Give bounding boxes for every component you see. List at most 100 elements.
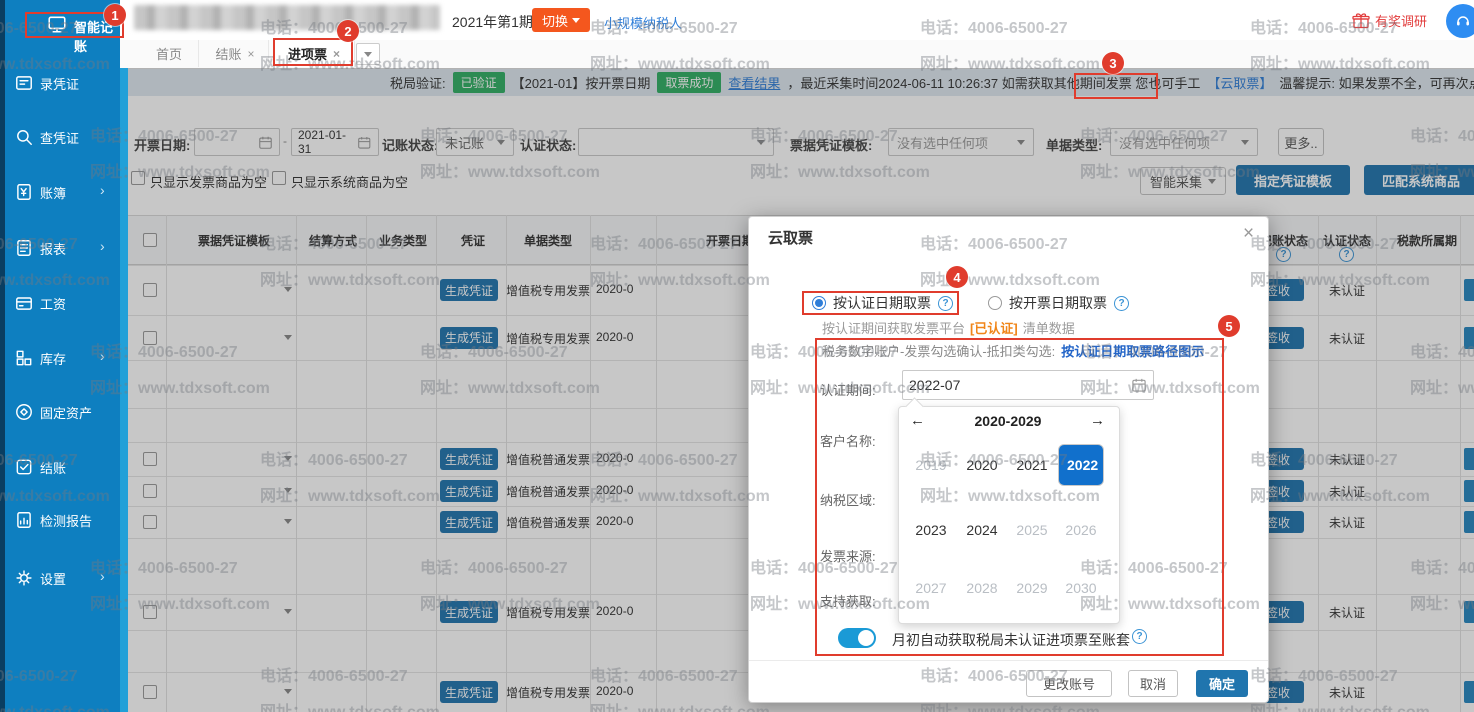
sidebar-item-label: 报表	[40, 239, 66, 258]
sidebar-item-inventory[interactable]: 库存 ›	[0, 346, 120, 370]
change-account-button[interactable]: 更改账号	[1026, 670, 1112, 697]
sidebar-accent-strip	[120, 68, 128, 712]
confirm-button[interactable]: 确定	[1196, 670, 1248, 697]
fixed-assets-icon	[14, 402, 34, 422]
hint-suffix: 清单数据	[1023, 318, 1075, 337]
tax-region-label: 纳税区域:	[820, 490, 876, 509]
year-cell-2028[interactable]: 2028	[959, 578, 1005, 598]
sidebar: 智能记账 录凭证查凭证账簿›报表›工资库存›固定资产结账检测报告设置›	[0, 0, 120, 712]
auto-fetch-toggle[interactable]	[838, 628, 876, 648]
year-cell-2021[interactable]: 2021	[1009, 455, 1055, 475]
certified-badge-text: [已认证]	[970, 318, 1018, 337]
decade-range-label: 2020-2029	[958, 413, 1058, 429]
radio-by-auth-date[interactable]: 按认证日期取票 ?	[812, 293, 953, 313]
tab-closing[interactable]: 结账 ×	[202, 40, 269, 67]
sidebar-item-ledger[interactable]: 账簿›	[0, 180, 120, 204]
switch-period-button[interactable]: 切换	[532, 8, 590, 32]
redacted-company-name	[134, 5, 440, 30]
help-icon[interactable]: ?	[1132, 629, 1147, 644]
next-decade-arrow[interactable]: →	[1090, 412, 1105, 429]
topbar: 2021年第1期 切换 小规模纳税人 有奖调研	[120, 0, 1474, 40]
tab-label: 结账	[215, 44, 241, 63]
inventory-icon	[14, 348, 34, 368]
auth-period-label: 认证期间:	[820, 380, 876, 399]
invoice-source-label: 发票来源:	[820, 546, 876, 565]
radio-by-invoice-date[interactable]: 按开票日期取票 ?	[988, 293, 1129, 313]
year-cell-2020[interactable]: 2020	[959, 455, 1005, 475]
sidebar-item-inspection-report[interactable]: 检测报告	[0, 508, 120, 532]
sidebar-item-closing[interactable]: 结账	[0, 455, 120, 479]
sidebar-item-label: 账簿	[40, 183, 66, 202]
chevron-down-icon	[364, 52, 372, 57]
period-label: 2021年第1期	[452, 12, 533, 32]
tab-bar: 首页结账×进项票×	[120, 40, 1474, 69]
path-text: 税务数字账户-发票勾选确认-抵扣类勾选:	[822, 341, 1055, 360]
tab-label: 首页	[156, 44, 182, 63]
sidebar-item-label: 录凭证	[40, 74, 79, 93]
year-cell-2019[interactable]: 2019	[908, 455, 954, 475]
auth-hint-line: 按认证期间获取发票平台 [已认证] 清单数据	[822, 318, 1075, 337]
radio-unselected-icon	[988, 296, 1002, 310]
auth-period-value: 2022-07	[909, 377, 960, 393]
chevron-right-icon: ›	[100, 348, 105, 364]
path-hint-line: 税务数字账户-发票勾选确认-抵扣类勾选: 按认证日期取票路径图示	[822, 341, 1204, 360]
sidebar-item-label: 库存	[40, 349, 66, 368]
close-icon[interactable]: ×	[1243, 223, 1254, 245]
sidebar-item-report[interactable]: 报表 ›	[0, 236, 120, 260]
calendar-icon[interactable]	[1131, 377, 1147, 393]
sidebar-item-label: 查凭证	[40, 128, 79, 147]
year-cell-2023[interactable]: 2023	[908, 520, 954, 540]
sidebar-item-settings[interactable]: 设置›	[0, 566, 120, 590]
path-diagram-link[interactable]: 按认证日期取票路径图示	[1061, 341, 1204, 360]
close-icon[interactable]: ×	[333, 47, 340, 61]
survey-link[interactable]: 有奖调研	[1352, 11, 1427, 30]
smart-bookkeeping-icon	[46, 14, 68, 39]
tab-home[interactable]: 首页	[140, 40, 199, 67]
service-icon[interactable]	[1446, 4, 1474, 38]
sidebar-item-label: 检测报告	[40, 511, 92, 530]
taxpayer-type-link[interactable]: 小规模纳税人	[604, 13, 682, 32]
auth-period-input[interactable]: 2022-07	[902, 370, 1154, 400]
year-cell-2026[interactable]: 2026	[1058, 520, 1104, 540]
sidebar-item-search[interactable]: 查凭证	[0, 125, 120, 149]
prev-decade-arrow[interactable]: ←	[910, 412, 925, 429]
app-window: 智能记账 录凭证查凭证账簿›报表›工资库存›固定资产结账检测报告设置› 2021…	[0, 0, 1474, 712]
radio-by-auth-date-label: 按认证日期取票	[833, 293, 931, 313]
ledger-icon	[14, 182, 34, 202]
sidebar-item-label: 结账	[40, 458, 66, 477]
help-icon[interactable]: ?	[938, 296, 953, 311]
year-cell-2024[interactable]: 2024	[959, 520, 1005, 540]
settings-icon	[14, 568, 34, 588]
search-icon	[14, 127, 34, 147]
sidebar-item-voucher-entry[interactable]: 录凭证	[0, 71, 120, 95]
customer-name-label: 客户名称:	[820, 431, 876, 450]
year-cell-2025[interactable]: 2025	[1009, 520, 1055, 540]
sidebar-item-label: 设置	[40, 569, 66, 588]
sidebar-item-fixed-assets[interactable]: 固定资产	[0, 400, 120, 424]
tab-list-dropdown-button[interactable]	[356, 43, 380, 65]
survey-label: 有奖调研	[1375, 11, 1427, 30]
annotation-badge-2: 2	[337, 20, 359, 42]
cancel-button[interactable]: 取消	[1128, 670, 1178, 697]
annotation-badge-4: 4	[946, 266, 968, 288]
radio-by-invoice-date-label: 按开票日期取票	[1009, 293, 1107, 313]
inspection-report-icon	[14, 510, 34, 530]
annotation-badge-3: 3	[1102, 52, 1124, 74]
year-cell-2030[interactable]: 2030	[1058, 578, 1104, 598]
report-icon	[14, 238, 34, 258]
annotation-badge-1: 1	[104, 4, 126, 26]
gift-icon	[1352, 12, 1370, 30]
support-fetch-label: 支持获取:	[820, 591, 876, 610]
modal-footer-divider	[749, 660, 1268, 661]
closing-icon	[14, 457, 34, 477]
modal-title: 云取票	[768, 227, 813, 248]
year-cell-2027[interactable]: 2027	[908, 578, 954, 598]
year-cell-2022[interactable]: 2022	[1058, 444, 1104, 486]
close-icon[interactable]: ×	[248, 47, 255, 61]
sidebar-item-salary[interactable]: 工资	[0, 291, 120, 315]
auto-fetch-toggle-label: 月初自动获取税局未认证进项票至账套	[892, 630, 1130, 650]
year-cell-2029[interactable]: 2029	[1009, 578, 1055, 598]
help-icon[interactable]: ?	[1114, 296, 1129, 311]
tab-input-invoices[interactable]: 进项票×	[274, 40, 355, 67]
chevron-right-icon: ›	[100, 238, 105, 254]
